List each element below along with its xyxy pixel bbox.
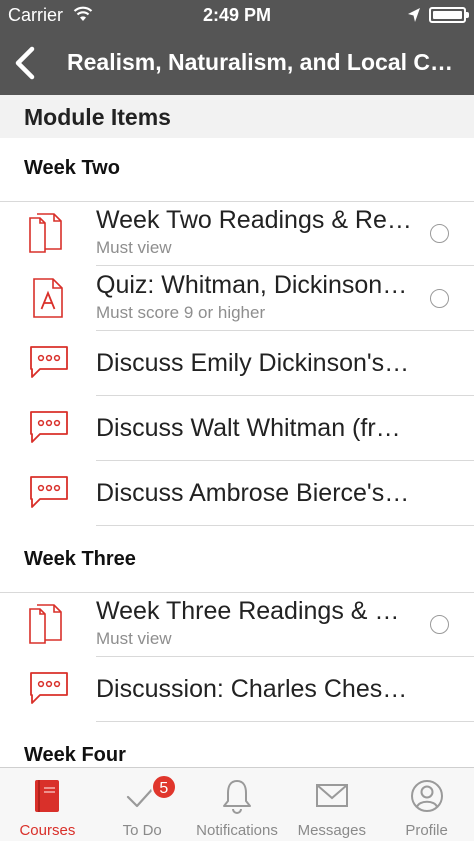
discussion-icon (30, 411, 68, 443)
group-title-week-three: Week Three (24, 548, 136, 570)
group-title-week-two: Week Two (24, 157, 120, 179)
status-bar: Carrier 2:49 PM (0, 0, 474, 32)
app-header: Carrier 2:49 PM Realism, Naturalism, and… (0, 0, 474, 95)
module-item-discussion[interactable]: Discuss Walt Whitman (from Song of Mysel… (0, 396, 474, 461)
document-icon (29, 213, 62, 253)
page-title: Realism, Naturalism, and Local Color (67, 49, 462, 75)
discussion-icon (30, 476, 68, 508)
module-item-discussion[interactable]: Discussion: Charles Chesnutt (0, 657, 474, 722)
module-item-quiz[interactable]: Quiz: Whitman, Dickinson, and Bierce Mus… (0, 266, 474, 331)
module-item-week-three-readings[interactable]: Week Three Readings & Resources Must vie… (0, 592, 474, 657)
tab-courses[interactable]: Courses (0, 768, 95, 841)
item-requirement: Must view (96, 629, 172, 648)
tab-bar: Courses 5 To Do Notifications Messages P… (0, 767, 474, 841)
item-requirement: Must view (96, 238, 172, 257)
navigation-bar: Realism, Naturalism, and Local Color (0, 32, 474, 95)
group-title-week-four: Week Four (24, 744, 126, 766)
location-arrow-icon (408, 8, 420, 22)
tab-label: Profile (405, 822, 448, 839)
section-header: Module Items (0, 95, 474, 138)
completion-radio[interactable] (430, 289, 449, 308)
item-requirement: Must score 9 or higher (96, 303, 266, 322)
tab-label: To Do (122, 822, 162, 839)
discussion-icon (30, 346, 68, 378)
document-icon (29, 604, 62, 644)
item-title: Discuss Ambrose Bierce's Story (96, 479, 414, 507)
clock-time: 2:49 PM (202, 5, 272, 25)
back-chevron-icon[interactable] (8, 44, 42, 82)
item-title: Week Two Readings & Resources (96, 206, 414, 234)
quiz-icon (33, 278, 63, 318)
envelope-icon (315, 784, 348, 807)
tab-label: Courses (19, 822, 76, 839)
tab-to-do[interactable]: 5 To Do (95, 768, 190, 841)
tab-notifications[interactable]: Notifications (190, 768, 285, 841)
profile-avatar-icon (410, 780, 443, 812)
discussion-icon (30, 672, 68, 704)
section-header-label: Module Items (24, 104, 171, 130)
bell-icon (222, 780, 251, 814)
item-title: Quiz: Whitman, Dickinson, and Bierce (96, 271, 414, 299)
tab-label: Messages (297, 822, 366, 839)
todo-count-badge: 5 (150, 774, 177, 800)
courses-book-icon (35, 780, 60, 812)
item-title: Discuss Walt Whitman (from Song of Mysel… (96, 414, 414, 442)
completion-radio[interactable] (430, 615, 449, 634)
item-title: Discuss Emily Dickinson's Poetry (96, 349, 414, 377)
tab-messages[interactable]: Messages (284, 768, 379, 841)
module-item-week-two-readings[interactable]: Week Two Readings & Resources Must view (0, 201, 474, 266)
module-item-discussion[interactable]: Discuss Ambrose Bierce's Story (0, 461, 474, 526)
module-items-list[interactable]: Module Items Week Two Week Two Readings … (0, 95, 474, 767)
battery-icon (429, 7, 469, 23)
tab-profile[interactable]: Profile (379, 768, 474, 841)
item-title: Week Three Readings & Resources (96, 597, 414, 625)
completion-radio[interactable] (430, 224, 449, 243)
module-item-discussion[interactable]: Discuss Emily Dickinson's Poetry (0, 331, 474, 396)
tab-label: Notifications (196, 822, 278, 839)
item-title: Discussion: Charles Chesnutt (96, 675, 414, 703)
